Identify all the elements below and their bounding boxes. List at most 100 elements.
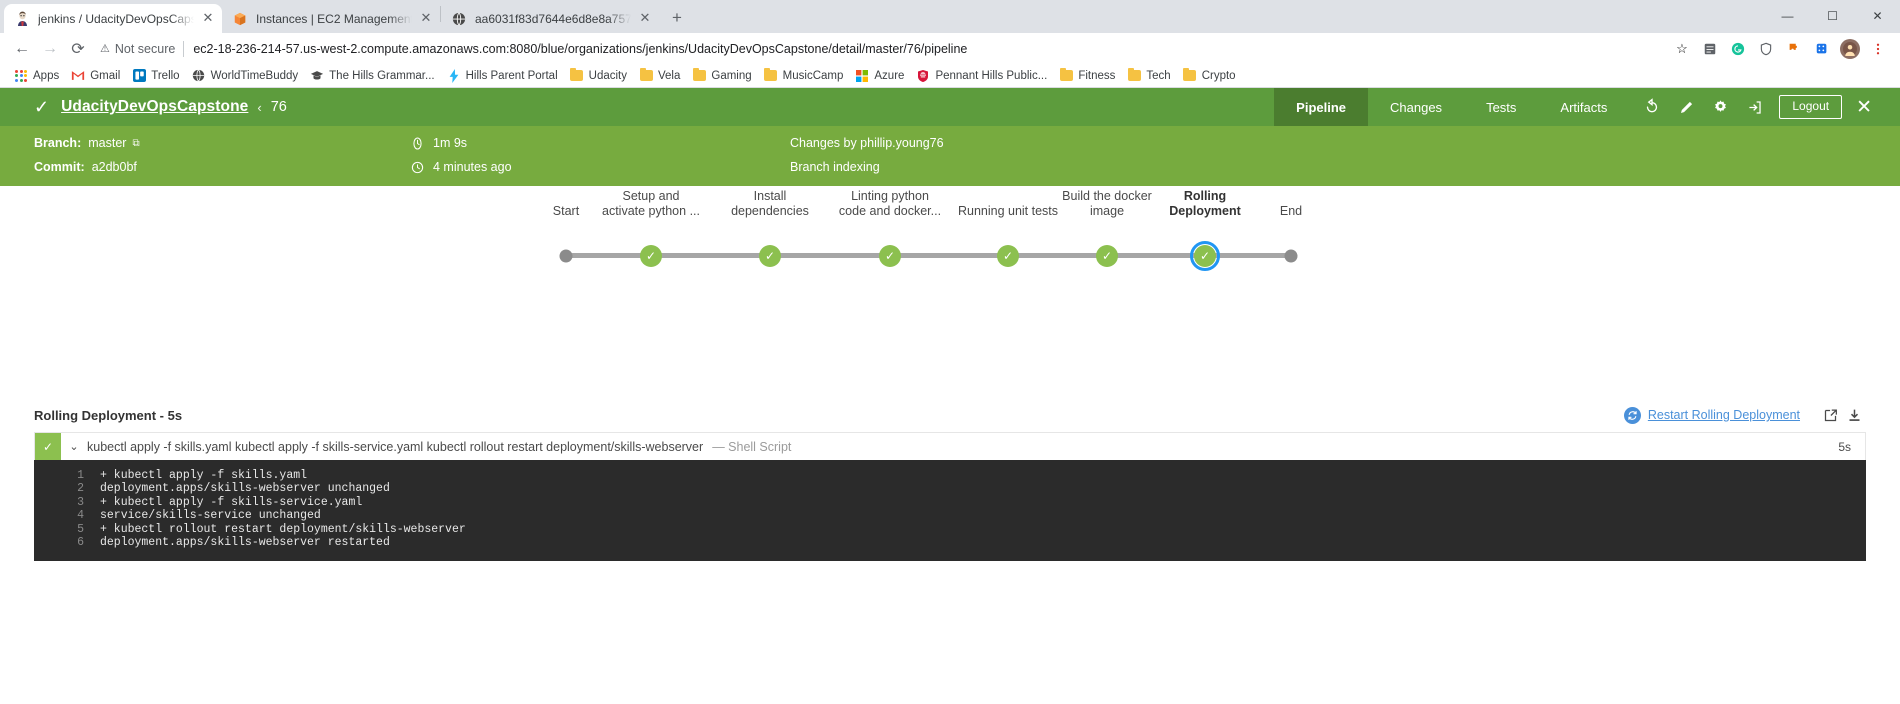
forward-icon[interactable]: → (36, 35, 64, 63)
browser-menu-icon[interactable] (1865, 36, 1891, 62)
avatar[interactable] (1837, 36, 1863, 62)
step-duration-label: 5s (1838, 439, 1851, 454)
window-close-button[interactable]: ✕ (1855, 0, 1900, 32)
browser-tab-2[interactable]: Instances | EC2 Management Con ✕ (222, 4, 440, 33)
bookmark-label: Azure (874, 69, 905, 82)
stage-label-line1: Linting python (851, 189, 929, 203)
url-path: :8080/blue/organizations/jenkins/Udacity… (505, 41, 968, 56)
bookmark-label: Udacity (588, 69, 627, 82)
bookmark-label: Vela (658, 69, 681, 82)
bookmark-gaming[interactable]: Gaming (686, 66, 757, 86)
blueocean-header-left: ✓ UdacityDevOpsCapstone ‹ 76 (0, 98, 1274, 116)
not-secure-indicator[interactable]: ⚠ Not secure (100, 42, 175, 56)
bookmark-tech[interactable]: Tech (1121, 66, 1176, 86)
stage-node-unit-tests[interactable]: ✓ (997, 244, 1019, 267)
pipeline-name-link[interactable]: UdacityDevOpsCapstone (61, 98, 248, 116)
timestamp-value: 4 minutes ago (433, 160, 512, 174)
folder-icon (1059, 68, 1073, 83)
close-icon[interactable]: ✕ (418, 10, 434, 27)
changes-by-value: Changes by phillip.young76 (790, 136, 944, 150)
console-line-number: 3 (77, 495, 84, 509)
browser-toolbar: ← → ⟳ ⚠ Not secure ec2-18-236-214-57.us-… (0, 33, 1900, 64)
tab-pipeline[interactable]: Pipeline (1274, 88, 1369, 126)
console-output[interactable]: 1 + kubectl apply -f skills.yaml 2 deplo… (34, 460, 1866, 562)
bookmark-fitness[interactable]: Fitness (1053, 66, 1121, 86)
bookmark-hills-parent-portal[interactable]: Hills Parent Portal (441, 66, 564, 86)
success-check-icon: ✓ (640, 244, 662, 267)
bookmark-udacity[interactable]: Udacity (564, 66, 633, 86)
bookmark-worldtimebuddy[interactable]: WorldTimeBuddy (186, 66, 305, 86)
stage-label-unit-tests: Running unit tests (958, 204, 1058, 219)
success-check-icon: ✓ (1096, 244, 1118, 267)
gear-icon[interactable] (1703, 88, 1737, 126)
back-icon[interactable]: ← (8, 35, 36, 63)
stage-label-line1: End (1279, 204, 1303, 218)
restart-stage-link[interactable]: Restart Rolling Deployment (1648, 408, 1800, 422)
open-external-icon[interactable] (1818, 403, 1842, 427)
shield-icon[interactable] (1753, 36, 1779, 62)
window-minimize-button[interactable]: — (1765, 0, 1810, 32)
duration-value: 1m 9s (433, 136, 468, 150)
stage-node-rolling-deployment[interactable]: ✓ (1190, 240, 1220, 271)
stage-label-line2: Deployment (1169, 204, 1241, 218)
download-icon[interactable] (1842, 403, 1866, 427)
success-check-icon: ✓ (759, 244, 781, 267)
restart-circular-arrows-icon[interactable] (1623, 406, 1641, 424)
history-clock-icon (410, 160, 424, 174)
stage-node-linting[interactable]: ✓ (879, 244, 901, 267)
external-link-icon[interactable]: ⧉ (132, 138, 139, 149)
bookmark-azure[interactable]: Azure (849, 66, 910, 86)
close-icon[interactable]: ✕ (637, 10, 653, 27)
edit-pencil-icon[interactable] (1669, 88, 1703, 126)
bookmark-gmail[interactable]: Gmail (65, 66, 126, 86)
browser-tab-title: aa6031f83d7644e6d8e8a75781d (475, 11, 631, 26)
apps-icon[interactable] (1809, 36, 1835, 62)
tab-changes[interactable]: Changes (1368, 88, 1464, 126)
step-row[interactable]: ✓ ⌄ kubectl apply -f skills.yaml kubectl… (34, 432, 1866, 460)
new-tab-button[interactable]: + (663, 4, 691, 32)
reload-icon[interactable]: ⟳ (64, 35, 92, 63)
console-line-text: + kubectl apply -f skills-service.yaml (100, 495, 363, 509)
trello-icon (132, 69, 146, 83)
close-icon[interactable]: ✕ (200, 10, 216, 27)
bookmark-musiccamp[interactable]: MusicCamp (758, 66, 850, 86)
success-check-icon: ✓ (879, 244, 901, 267)
reader-icon[interactable] (1697, 36, 1723, 62)
stage-node-start[interactable] (559, 249, 573, 262)
graduation-cap-icon (310, 69, 324, 83)
replay-icon[interactable] (1635, 88, 1669, 126)
bookmark-trello[interactable]: Trello (126, 66, 185, 86)
commit-value[interactable]: a2db0bf (92, 160, 137, 174)
stage-node-setup[interactable]: ✓ (640, 244, 662, 267)
bookmark-label: Apps (33, 69, 60, 82)
bookmark-apps[interactable]: Apps (8, 66, 65, 86)
bookmark-star-icon[interactable]: ☆ (1669, 36, 1695, 62)
browser-tab-1[interactable]: jenkins / UdacityDevOpsCapstone ✕ (4, 4, 222, 33)
folder-icon (1127, 68, 1141, 83)
pipeline-graph: Start Setup and activate python ... Inst… (0, 186, 1900, 398)
close-icon[interactable]: ✕ (1850, 96, 1894, 119)
changes-by-row: Changes by phillip.young76 (790, 131, 944, 155)
logout-button[interactable]: Logout (1779, 95, 1843, 119)
address-bar[interactable]: ⚠ Not secure ec2-18-236-214-57.us-west-2… (100, 36, 1662, 62)
stage-label-line1: Install (753, 189, 787, 203)
grammarly-icon[interactable] (1725, 36, 1751, 62)
stage-node-end[interactable] (1284, 249, 1298, 262)
extension-puzzle-icon[interactable] (1781, 36, 1807, 62)
tab-artifacts[interactable]: Artifacts (1538, 88, 1629, 126)
stage-label-build-docker: Build the docker image (1062, 189, 1152, 219)
stage-node-install[interactable]: ✓ (759, 244, 781, 267)
stage-node-build-docker[interactable]: ✓ (1096, 244, 1118, 267)
go-to-classic-icon[interactable] (1737, 88, 1771, 126)
bookmark-crypto[interactable]: Crypto (1177, 66, 1242, 86)
bookmark-hills-grammar[interactable]: The Hills Grammar... (304, 66, 440, 86)
bookmark-vela[interactable]: Vela (633, 66, 686, 86)
browser-tab-3[interactable]: aa6031f83d7644e6d8e8a75781d ✕ (441, 4, 659, 33)
console-line-text: deployment.apps/skills-webserver restart… (100, 536, 390, 550)
stage-label-line1: Running unit tests (957, 204, 1059, 218)
chevron-down-icon[interactable]: ⌄ (61, 440, 87, 453)
window-maximize-button[interactable]: ☐ (1810, 0, 1855, 32)
tab-tests[interactable]: Tests (1464, 88, 1538, 126)
bookmark-pennant-hills-public[interactable]: Pennant Hills Public... (910, 66, 1053, 86)
not-secure-label: Not secure (114, 41, 176, 56)
